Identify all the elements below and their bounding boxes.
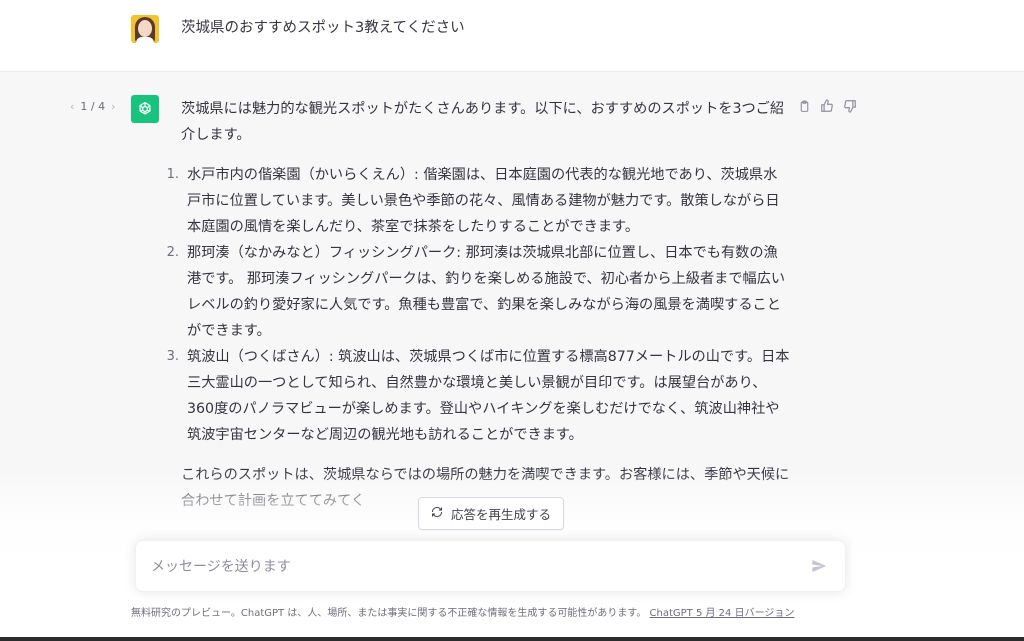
send-icon[interactable]	[811, 558, 829, 576]
window-bottom-edge	[0, 637, 1024, 641]
footer-text: 無料研究のプレビュー。ChatGPT は、人、場所、または事実に関する不正確な情…	[131, 608, 647, 619]
list-item: 1. 水戸市内の偕楽園（かいらくえん）: 偕楽園は、日本庭園の代表的な観光地であ…	[167, 162, 791, 240]
assistant-intro: 茨城県には魅力的な観光スポットがたくさんあります。以下に、おすすめのスポットを3…	[181, 101, 785, 143]
footer-disclaimer: 無料研究のプレビュー。ChatGPT は、人、場所、または事実に関する不正確な情…	[131, 604, 861, 619]
list-item-text: 水戸市内の偕楽園（かいらくえん）: 偕楽園は、日本庭園の代表的な観光地であり、茨…	[187, 167, 780, 235]
list-item-text: 那珂湊（なかみなと）フィッシングパーク: 那珂湊は茨城県北部に位置し、日本でも有…	[187, 245, 786, 339]
user-message-row: 茨城県のおすすめスポット3教えてください	[0, 0, 1024, 72]
response-pager: ‹ 1 / 4 ›	[70, 100, 116, 113]
list-item-number: 3.	[166, 349, 179, 364]
message-input[interactable]	[151, 555, 791, 579]
assistant-message-content: 茨城県には魅力的な観光スポットがたくさんあります。以下に、おすすめのスポットを3…	[167, 96, 791, 514]
pager-next-button[interactable]: ›	[111, 100, 115, 113]
regenerate-label: 応答を再生成する	[450, 507, 551, 522]
version-link[interactable]: ChatGPT 5 月 24 日バージョン	[650, 608, 795, 619]
user-avatar	[131, 15, 159, 43]
message-actions	[797, 99, 857, 113]
list-item-number: 1.	[166, 167, 179, 182]
clipboard-icon[interactable]	[797, 99, 811, 113]
avatar-face	[138, 20, 152, 37]
list-item-text: 筑波山（つくばさん）: 筑波山は、茨城県つくば市に位置する標高877メートルの山…	[187, 349, 790, 443]
list-item: 3. 筑波山（つくばさん）: 筑波山は、茨城県つくば市に位置する標高877メート…	[167, 344, 791, 448]
list-item-number: 2.	[166, 245, 179, 260]
pager-label: 1 / 4	[80, 100, 106, 113]
openai-logo-icon	[131, 95, 159, 123]
regenerate-button[interactable]: 応答を再生成する	[418, 497, 564, 530]
pager-prev-button[interactable]: ‹	[70, 100, 74, 113]
refresh-icon	[431, 506, 443, 521]
avatar-body	[136, 37, 154, 43]
thumbs-up-icon[interactable]	[820, 99, 834, 113]
user-message-text: 茨城県のおすすめスポット3教えてください	[181, 20, 465, 36]
thumbs-down-icon[interactable]	[843, 99, 857, 113]
spot-list: 1. 水戸市内の偕楽園（かいらくえん）: 偕楽園は、日本庭園の代表的な観光地であ…	[167, 162, 791, 448]
message-composer	[135, 540, 846, 592]
list-item: 2. 那珂湊（なかみなと）フィッシングパーク: 那珂湊は茨城県北部に位置し、日本…	[167, 240, 791, 344]
